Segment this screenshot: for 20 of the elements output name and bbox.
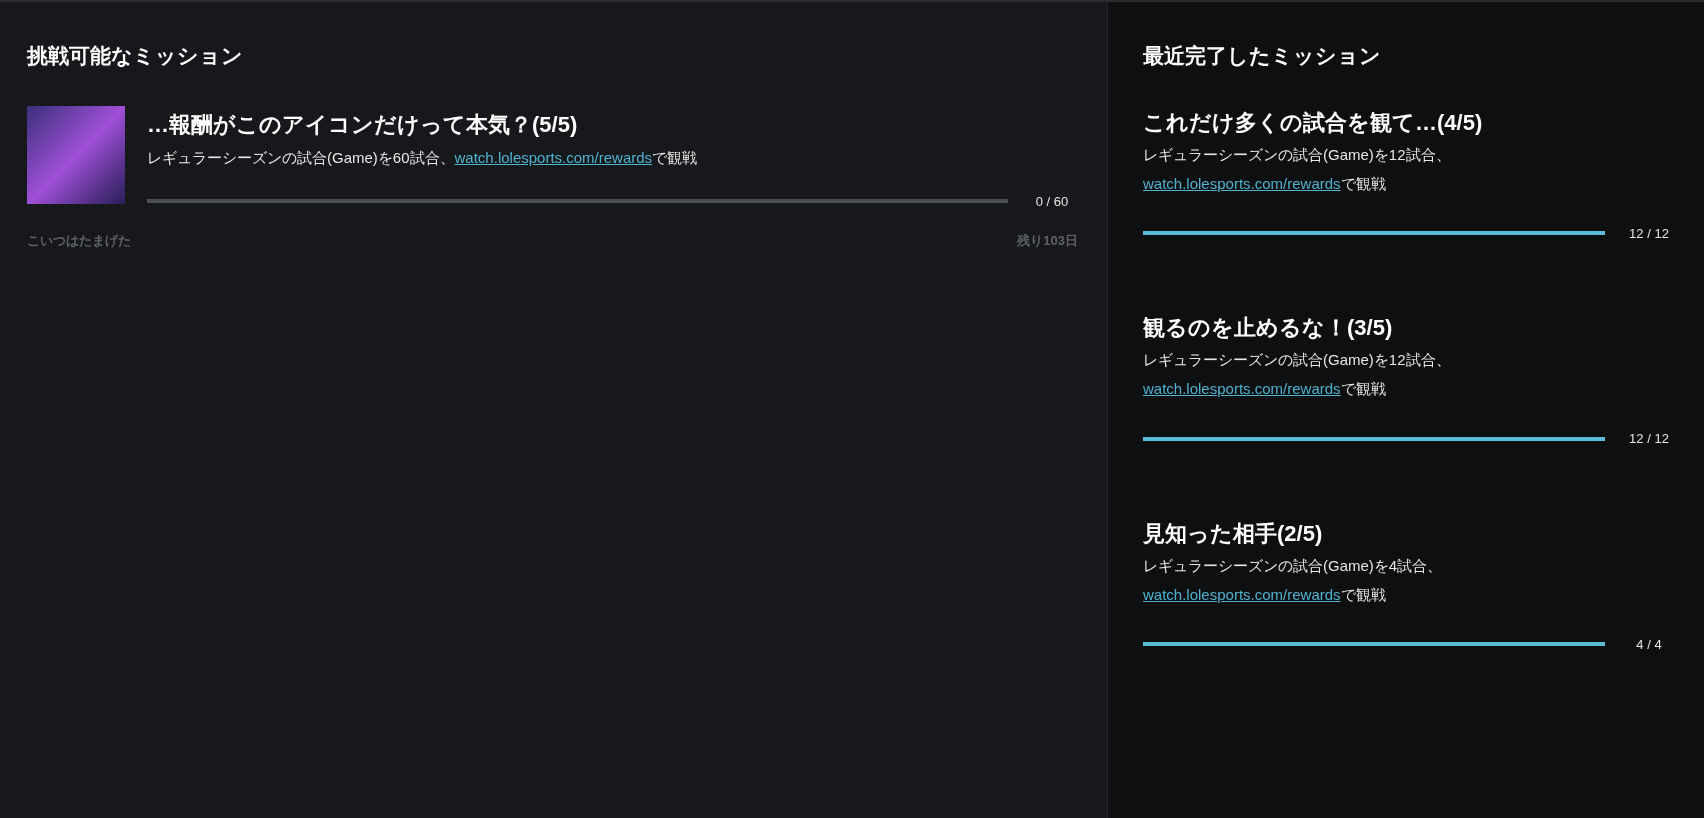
time-remaining: 残り103日 xyxy=(1017,232,1078,250)
progress-reading: 12 / 12 xyxy=(1628,430,1670,448)
rewards-link[interactable]: watch.lolesports.com/rewards xyxy=(1143,174,1341,192)
section-heading: 最近完了したミッション xyxy=(1143,43,1382,69)
progress-reading: 0 / 60 xyxy=(1034,192,1070,211)
mission-title: 見知った相手(2/5) xyxy=(1143,519,1324,548)
mission-description: レギュラーシーズンの試合(Game)を12試合、 watch.lolesports.com/rewardsで観戦 xyxy=(1143,350,1452,399)
mission-title: …報酬がこのアイコンだけって本気？(5/5) xyxy=(147,110,579,139)
progress-reading: 4 / 4 xyxy=(1635,635,1663,654)
rewards-link[interactable]: watch.lolesports.com/rewards xyxy=(454,148,653,166)
mission-description: レギュラーシーズンの試合(Game)を12試合、 watch.lolesports.com/rewardsで観戦 xyxy=(1143,144,1452,194)
rewards-link[interactable]: watch.lolesports.com/rewards xyxy=(1143,380,1341,397)
mission-description: レギュラーシーズンの試合(Game)を60試合、watch.lolesports.com/rewardsで観戦 xyxy=(147,147,699,168)
mission-title: 観るのを止めるな！(3/5) xyxy=(1143,314,1394,342)
mission-reward-text: こいつはたまげた xyxy=(27,232,131,250)
section-heading: 挑戦可能なミッション xyxy=(27,43,244,70)
mission-description: レギュラーシーズンの試合(Game)を4試合、 watch.lolesports.com/rewardsで観戦 xyxy=(1143,555,1444,605)
mission-title: これだけ多くの試合を観て…(4/5) xyxy=(1143,108,1484,137)
progress-reading: 12 / 12 xyxy=(1628,224,1670,243)
rewards-link[interactable]: watch.lolesports.com/rewards xyxy=(1143,585,1341,603)
